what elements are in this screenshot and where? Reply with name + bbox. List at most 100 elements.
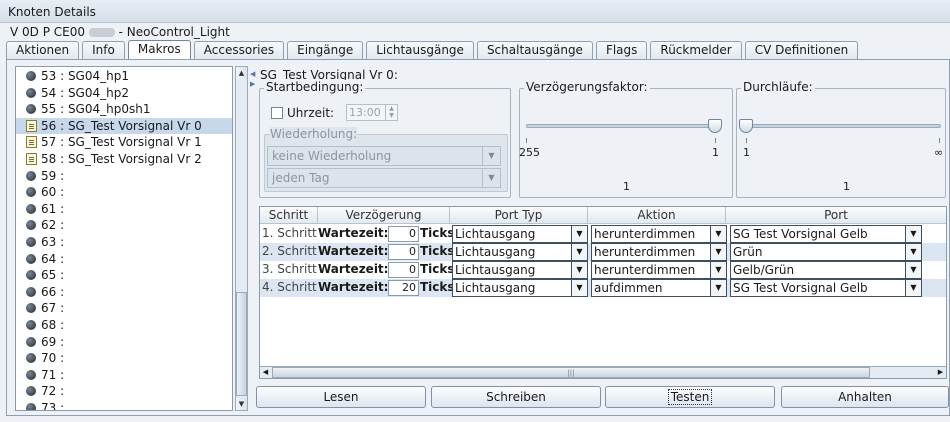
list-item-label: 57 : SG_Test Vorsignal Vr 1 xyxy=(41,135,202,150)
delay-min-label: 255 xyxy=(519,146,540,159)
write-button[interactable]: Schreiben xyxy=(431,386,601,408)
test-button[interactable]: Testen xyxy=(605,386,775,408)
hscroll-thumb[interactable]: ||| xyxy=(272,367,870,378)
tab-4[interactable]: Eingänge xyxy=(287,41,364,60)
repeat-select[interactable]: keine Wiederholung ▼ xyxy=(267,146,501,166)
tab-0[interactable]: Aktionen xyxy=(6,41,80,60)
document-icon xyxy=(26,119,37,132)
port-type-value: Lichtausgang xyxy=(455,281,536,295)
macro-list-scrollbar[interactable]: ▲ ▼ xyxy=(235,66,248,411)
runs-max-label: ∞ xyxy=(934,146,944,159)
tab-7[interactable]: Flags xyxy=(595,41,648,60)
macros-panel: 53 : SG04_hp1 54 : SG04_hp2 55 : SG04_hp0s… xyxy=(6,59,950,416)
delay-input[interactable]: 0 xyxy=(388,262,419,278)
scroll-up-icon[interactable]: ▲ xyxy=(236,67,247,79)
list-item[interactable]: 73 : xyxy=(16,400,232,410)
list-item[interactable]: 64 : xyxy=(16,251,232,268)
list-item[interactable]: 55 : SG04_hp0sh1 xyxy=(16,101,232,118)
port-select[interactable]: Grün ▼ xyxy=(730,243,922,261)
step-label: 4. Schritt xyxy=(262,280,317,294)
chevron-down-icon: ▼ xyxy=(571,262,587,278)
list-item[interactable]: 67 : xyxy=(16,300,232,317)
chevron-down-icon: ▼ xyxy=(482,169,500,187)
header-action[interactable]: Aktion xyxy=(588,207,726,224)
delay-factor-label: Verzögerungsfaktor: xyxy=(524,80,650,94)
delay-input[interactable]: 0 xyxy=(388,226,419,242)
list-item[interactable]: 60 : xyxy=(16,184,232,201)
stop-button[interactable]: Anhalten xyxy=(781,386,949,408)
list-item[interactable]: 61 : xyxy=(16,201,232,218)
macro-list[interactable]: 53 : SG04_hp1 54 : SG04_hp2 55 : SG04_hp0s… xyxy=(15,66,233,411)
list-item[interactable]: 72 : xyxy=(16,383,232,400)
time-label: Uhrzeit: xyxy=(287,106,335,120)
delay-slider-track[interactable] xyxy=(526,124,721,128)
time-checkbox[interactable] xyxy=(271,107,283,119)
tab-1[interactable]: Info xyxy=(82,41,125,60)
read-button[interactable]: Lesen xyxy=(256,386,426,408)
list-item[interactable]: 57 : SG_Test Vorsignal Vr 1 xyxy=(16,134,232,151)
list-item[interactable]: 59 : xyxy=(16,168,232,185)
port-type-select[interactable]: Lichtausgang ▼ xyxy=(452,279,588,297)
tab-6[interactable]: Schaltausgänge xyxy=(476,41,593,60)
list-item[interactable]: 63 : xyxy=(16,234,232,251)
day-select[interactable]: jeden Tag ▼ xyxy=(267,168,501,188)
start-condition-label: Startbedingung: xyxy=(264,80,366,94)
port-type-select[interactable]: Lichtausgang ▼ xyxy=(452,261,588,279)
list-item[interactable]: 65 : xyxy=(16,267,232,284)
port-select[interactable]: SG Test Vorsignal Gelb ▼ xyxy=(730,279,922,297)
delay-slider-thumb[interactable] xyxy=(708,119,722,133)
runs-slider-thumb[interactable] xyxy=(739,119,753,133)
tab-3[interactable]: Accessories xyxy=(193,41,285,60)
port-select[interactable]: SG Test Vorsignal Gelb ▼ xyxy=(730,225,922,243)
list-item[interactable]: 54 : SG04_hp2 xyxy=(16,85,232,102)
split-pane-divider[interactable]: ◀ ▶ xyxy=(250,66,256,411)
action-select[interactable]: aufdimmen ▼ xyxy=(591,279,727,297)
delay-input[interactable]: 0 xyxy=(388,244,419,260)
runs-slider-track[interactable] xyxy=(745,124,941,128)
scroll-left-icon[interactable]: ◀ xyxy=(260,367,271,378)
step-label: 3. Schritt xyxy=(262,262,317,276)
table-hscrollbar[interactable]: ◀ ||| ▶ xyxy=(260,366,946,378)
tab-2[interactable]: Makros xyxy=(127,40,191,60)
list-item-label: 56 : SG_Test Vorsignal Vr 0 xyxy=(41,118,202,133)
list-item[interactable]: 70 : xyxy=(16,350,232,367)
bullet-icon xyxy=(26,71,36,81)
port-type-select[interactable]: Lichtausgang ▼ xyxy=(452,225,588,243)
list-item[interactable]: 58 : SG_Test Vorsignal Vr 2 xyxy=(16,151,232,168)
action-select[interactable]: herunterdimmen ▼ xyxy=(591,243,727,261)
list-item-label: 67 : xyxy=(41,301,65,316)
bullet-icon xyxy=(26,237,36,247)
scroll-down-icon[interactable]: ▼ xyxy=(236,398,247,410)
port-select[interactable]: Gelb/Grün ▼ xyxy=(730,261,922,279)
action-select[interactable]: herunterdimmen ▼ xyxy=(591,225,727,243)
header-step[interactable]: Schritt xyxy=(260,207,318,224)
tab-8[interactable]: Rückmelder xyxy=(650,41,742,60)
spinner-arrows-icon[interactable]: ▲ ▼ xyxy=(385,105,397,120)
list-item[interactable]: 53 : SG04_hp1 xyxy=(16,68,232,85)
time-spinner[interactable]: 13:00 ▲ ▼ xyxy=(346,104,398,121)
collapse-left-icon[interactable]: ◀ xyxy=(250,70,255,78)
port-type-select[interactable]: Lichtausgang ▼ xyxy=(452,243,588,261)
tab-5[interactable]: Lichtausgänge xyxy=(366,41,474,60)
list-item[interactable]: 62 : xyxy=(16,217,232,234)
list-item[interactable]: 56 : SG_Test Vorsignal Vr 0 xyxy=(16,117,232,135)
tab-bar: Aktionen Info Makros Accessories Eingänge Lic… xyxy=(6,40,861,60)
list-item[interactable]: 71 : xyxy=(16,367,232,384)
day-value: jeden Tag xyxy=(272,171,330,185)
chevron-down-icon: ▼ xyxy=(482,147,500,165)
action-select[interactable]: herunterdimmen ▼ xyxy=(591,261,727,279)
bullet-icon xyxy=(26,320,36,330)
expand-right-icon[interactable]: ▶ xyxy=(250,80,255,88)
list-item[interactable]: 66 : xyxy=(16,284,232,301)
header-port[interactable]: Port xyxy=(726,207,946,224)
tab-9[interactable]: CV Definitionen xyxy=(744,41,859,60)
header-port-type[interactable]: Port Typ xyxy=(450,207,588,224)
scroll-right-icon[interactable]: ▶ xyxy=(935,367,946,378)
list-item[interactable]: 69 : xyxy=(16,334,232,351)
node-header: V 0D P CE00 - NeoControl_Light xyxy=(10,25,230,39)
header-delay[interactable]: Verzögerung xyxy=(318,207,450,224)
action-value: herunterdimmen xyxy=(594,245,696,259)
list-item[interactable]: 68 : xyxy=(16,317,232,334)
scroll-thumb[interactable] xyxy=(236,292,247,396)
delay-input[interactable]: 20 xyxy=(388,280,419,296)
